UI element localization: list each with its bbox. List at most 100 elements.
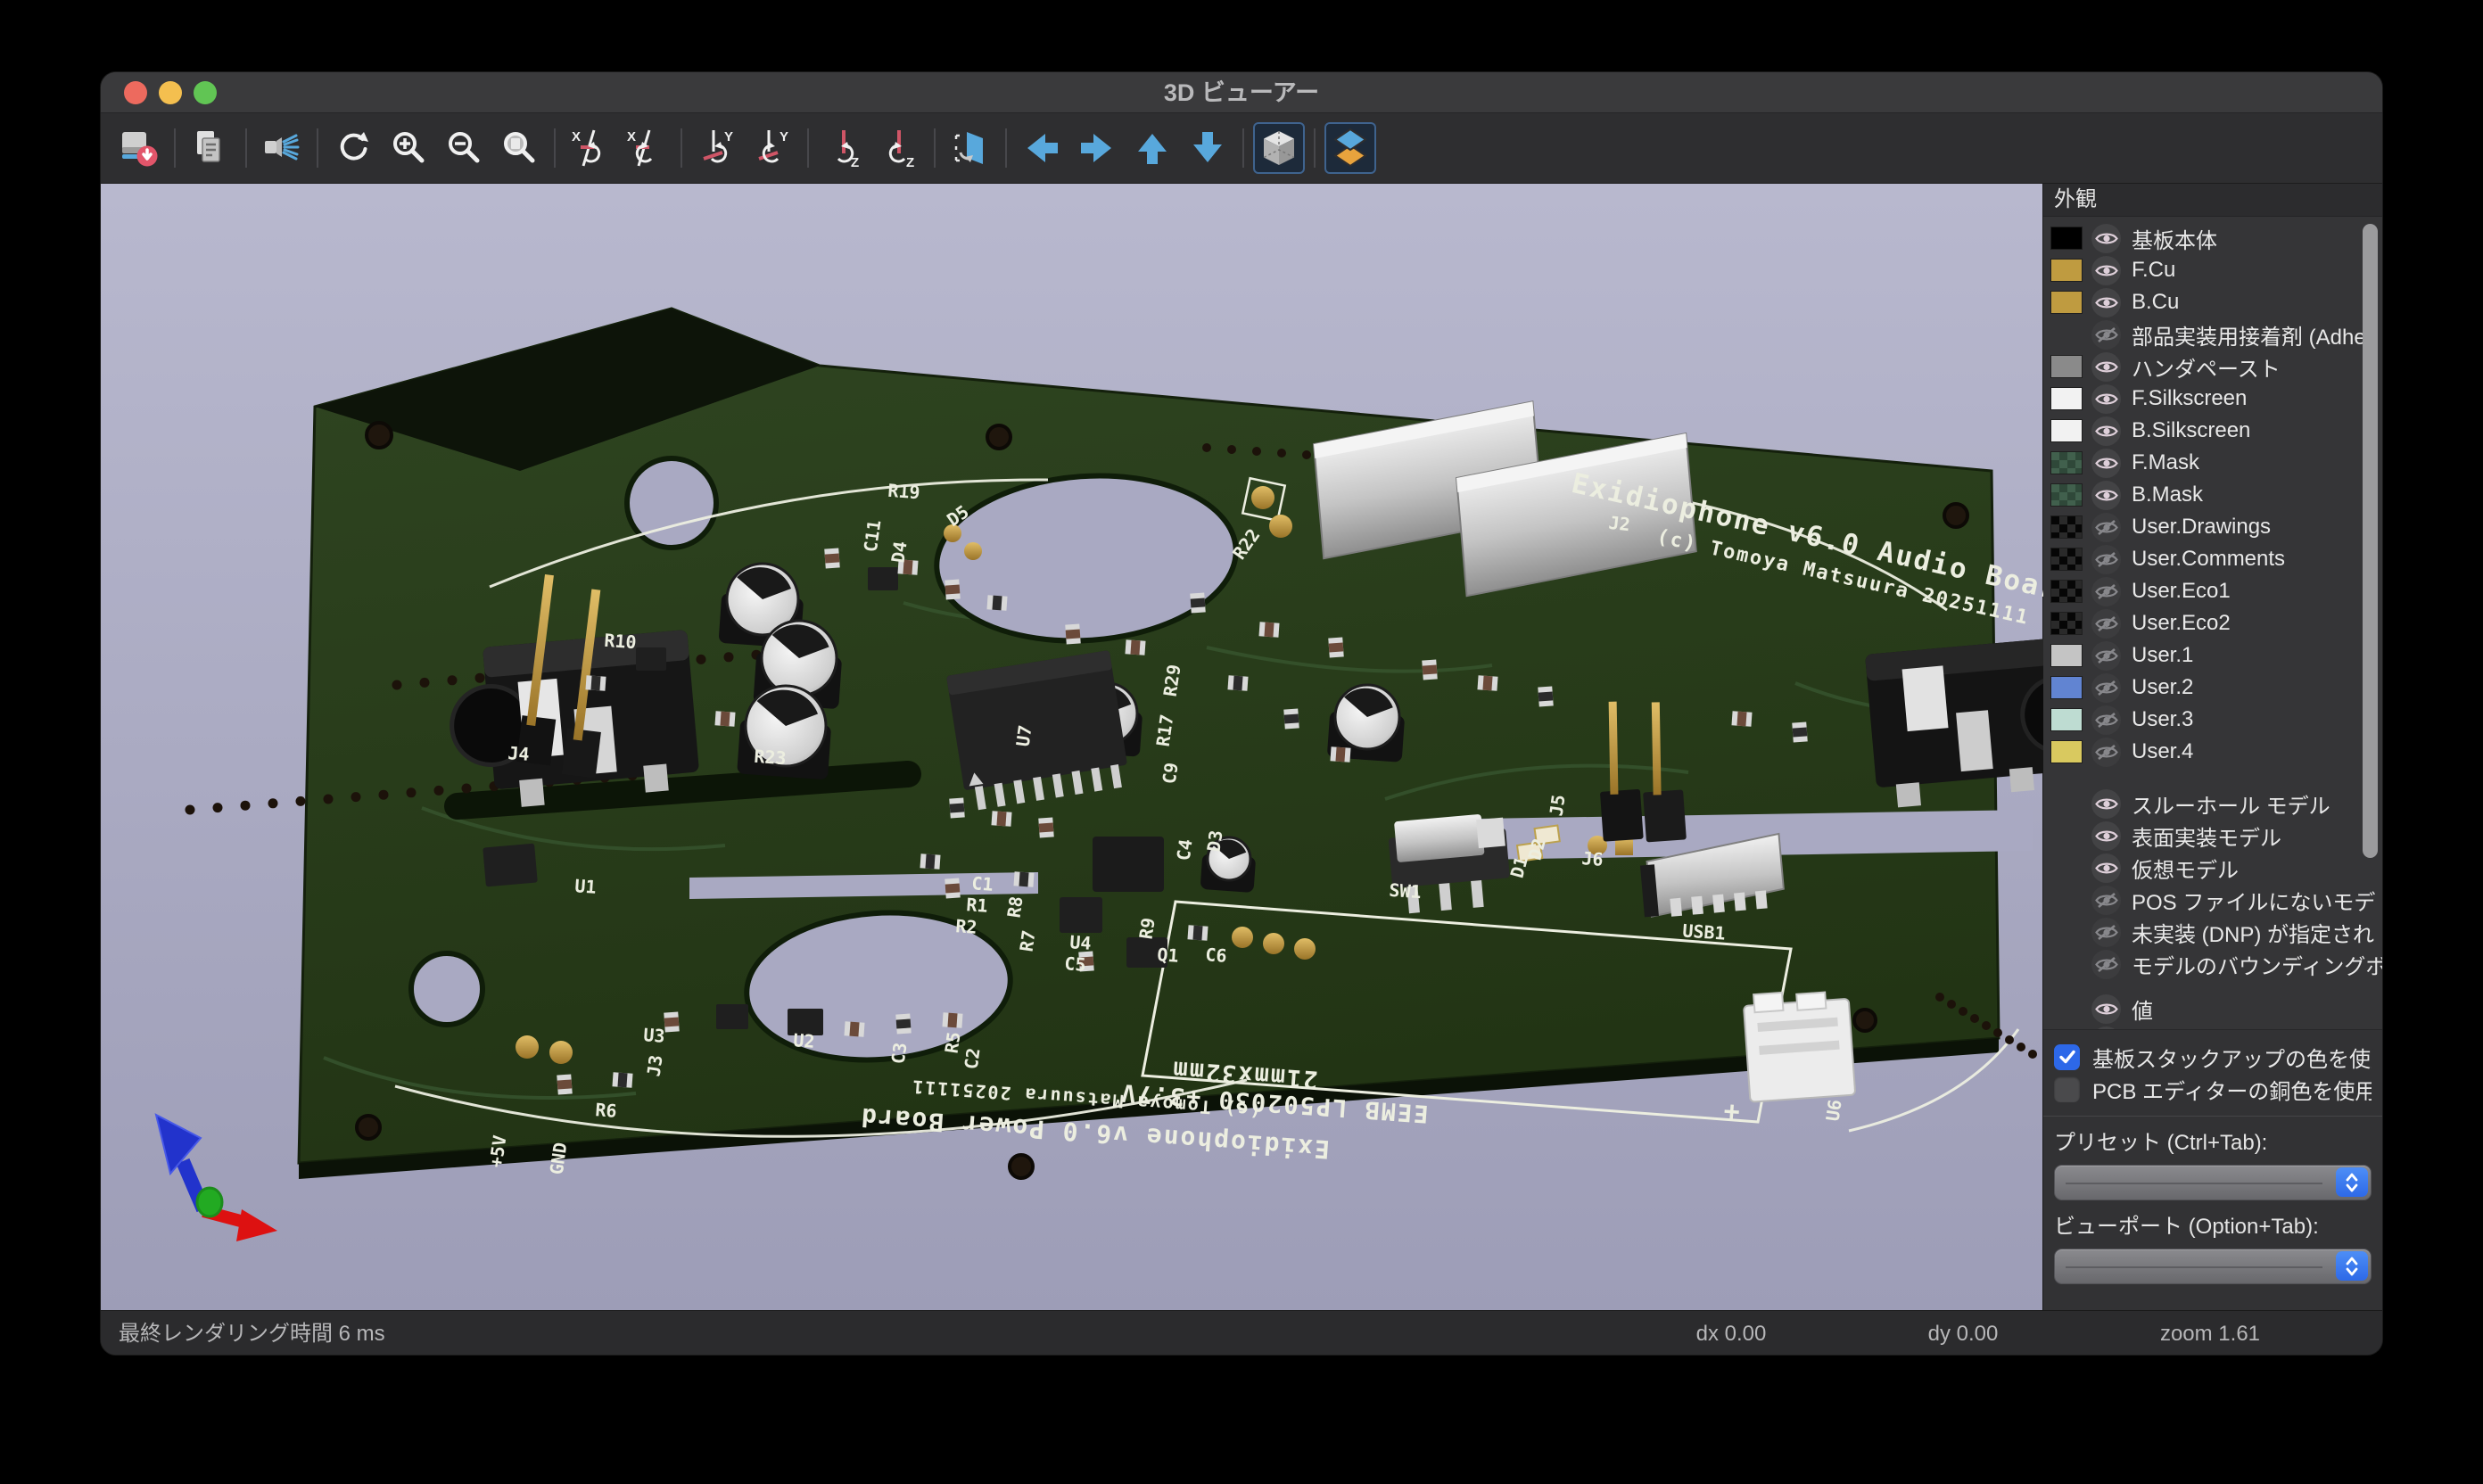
reload-board-button[interactable] [113,122,165,174]
layer-color-swatch[interactable] [2050,419,2083,442]
layer-color-swatch[interactable] [2050,708,2083,731]
pan-up-button[interactable] [1126,122,1178,174]
layer-row[interactable]: F.Cu [2043,254,2382,286]
visibility-off-icon[interactable] [2091,673,2121,703]
visibility-off-icon[interactable] [2091,641,2121,671]
viewport-dropdown[interactable] [2054,1249,2372,1284]
layer-row[interactable]: B.Cu [2043,286,2382,318]
visibility-on-icon[interactable] [2091,789,2121,819]
visibility-on-icon[interactable] [2091,1026,2121,1031]
layer-row[interactable]: User.2 [2043,672,2382,704]
visibility-off-icon[interactable] [2091,918,2121,947]
preset-dropdown[interactable] [2054,1165,2372,1200]
copy-image-button[interactable] [185,122,236,174]
visibility-off-icon[interactable] [2091,545,2121,574]
visibility-off-icon[interactable] [2091,950,2121,979]
value-option-row[interactable]: 値 [2043,993,2382,1025]
visibility-on-icon[interactable] [2091,256,2121,285]
visibility-off-icon[interactable] [2091,577,2121,606]
layer-color-swatch[interactable] [2050,580,2083,603]
pan-down-button[interactable] [1182,122,1233,174]
layer-color-swatch[interactable] [2050,259,2083,282]
pan-left-button[interactable] [1016,122,1068,174]
rotate-y-cw-button[interactable]: Y [691,122,743,174]
layer-row[interactable]: User.Eco2 [2043,607,2382,639]
layer-color-swatch[interactable] [2050,291,2083,314]
layer-row[interactable]: ハンダペースト [2043,350,2382,383]
visibility-on-icon[interactable] [2091,416,2121,446]
layer-row[interactable]: User.Eco1 [2043,575,2382,607]
layer-color-swatch[interactable] [2050,676,2083,699]
visibility-off-icon[interactable] [2091,738,2121,767]
layer-row[interactable]: F.Mask [2043,447,2382,479]
visibility-on-icon[interactable] [2091,994,2121,1024]
layer-color-swatch[interactable] [2050,612,2083,635]
appearance-panel-button[interactable] [1324,122,1376,174]
layer-row[interactable]: User.4 [2043,736,2382,768]
redraw-button[interactable] [327,122,379,174]
use-stackup-colors-row[interactable]: 基板スタックアップの色を使用 [2054,1041,2372,1073]
flip-board-button[interactable] [945,122,996,174]
visibility-off-icon[interactable] [2091,705,2121,735]
use-pcb-editor-copper-row[interactable]: PCB エディターの銅色を使用 [2054,1073,2372,1105]
zoom-in-button[interactable] [383,122,434,174]
layer-row[interactable]: F.Silkscreen [2043,383,2382,415]
rotate-z-ccw-button[interactable]: Z [873,122,925,174]
visibility-on-icon[interactable] [2091,384,2121,414]
layer-color-swatch[interactable] [2050,740,2083,763]
visibility-off-icon[interactable] [2091,886,2121,915]
layer-color-swatch[interactable] [2050,387,2083,410]
visibility-on-icon[interactable] [2091,288,2121,317]
viewport-dropdown-stepper-icon[interactable] [2336,1251,2368,1281]
preset-dropdown-stepper-icon[interactable] [2336,1167,2368,1197]
visibility-off-icon[interactable] [2091,513,2121,542]
visibility-on-icon[interactable] [2091,853,2121,883]
layer-color-swatch[interactable] [2050,644,2083,667]
model-option-row[interactable]: スルーホール モデル [2043,787,2382,820]
layer-color-swatch[interactable] [2050,548,2083,571]
rotate-x-ccw-button[interactable]: X [620,122,672,174]
visibility-on-icon[interactable] [2091,449,2121,478]
zoom-out-button[interactable] [438,122,490,174]
visibility-on-icon[interactable] [2091,481,2121,510]
visibility-on-icon[interactable] [2091,352,2121,382]
pcb-3d-canvas[interactable]: Exidiophone v6.0 Audio Board(c) Tomoya M… [101,184,2044,1310]
layer-color-swatch[interactable] [2050,355,2083,378]
pan-right-button[interactable] [1071,122,1123,174]
visibility-off-icon[interactable] [2091,609,2121,639]
visibility-off-icon[interactable] [2091,320,2121,350]
rotate-z-cw-button[interactable]: Z [818,122,870,174]
visibility-on-icon[interactable] [2091,224,2121,253]
layer-list[interactable]: 基板本体 F.Cu B.Cu部品実装用接着剤 (AdheハンダペーストF.Silks… [2043,217,2382,1030]
visibility-on-icon[interactable] [2091,821,2121,851]
layer-row[interactable]: B.Mask [2043,479,2382,511]
layer-row[interactable]: User.Drawings [2043,511,2382,543]
titlebar[interactable]: 3D ビューアー [101,72,2382,113]
clipped-option-row[interactable] [2043,1025,2382,1030]
layer-color-swatch[interactable] [2050,483,2083,507]
layer-label: F.Cu [2132,258,2175,283]
model-option-row[interactable]: POS ファイルにないモデ [2043,884,2382,916]
layer-color-swatch[interactable] [2050,451,2083,474]
layer-row[interactable]: User.1 [2043,639,2382,672]
ortho-projection-button[interactable] [1253,122,1305,174]
layer-row[interactable]: 部品実装用接着剤 (Adhe [2043,318,2382,350]
zoom-fit-button[interactable] [493,122,545,174]
layer-row[interactable]: User.Comments [2043,543,2382,575]
model-option-row[interactable]: モデルのバウンディングボ [2043,948,2382,980]
rotate-x-cw-button[interactable]: X [565,122,616,174]
layer-row[interactable]: User.3 [2043,704,2382,736]
layer-color-swatch[interactable] [2050,515,2083,539]
model-option-row[interactable]: 仮想モデル [2043,852,2382,884]
layer-row[interactable]: 基板本体 [2043,222,2382,254]
use-pcb-editor-copper-checkbox[interactable] [2054,1076,2080,1102]
rotate-y-ccw-button[interactable]: Y [747,122,798,174]
layer-color-swatch[interactable] [2050,227,2083,250]
model-option-row[interactable]: 表面実装モデル [2043,820,2382,852]
layer-list-scrollbar[interactable] [2363,224,2378,858]
pcb-3d-viewport[interactable]: Exidiophone v6.0 Audio Board(c) Tomoya M… [101,184,2042,1310]
use-stackup-colors-checkbox[interactable] [2054,1044,2080,1070]
raytracing-button[interactable] [256,122,308,174]
layer-row[interactable]: B.Silkscreen [2043,415,2382,447]
model-option-row[interactable]: 未実装 (DNP) が指定され [2043,916,2382,948]
